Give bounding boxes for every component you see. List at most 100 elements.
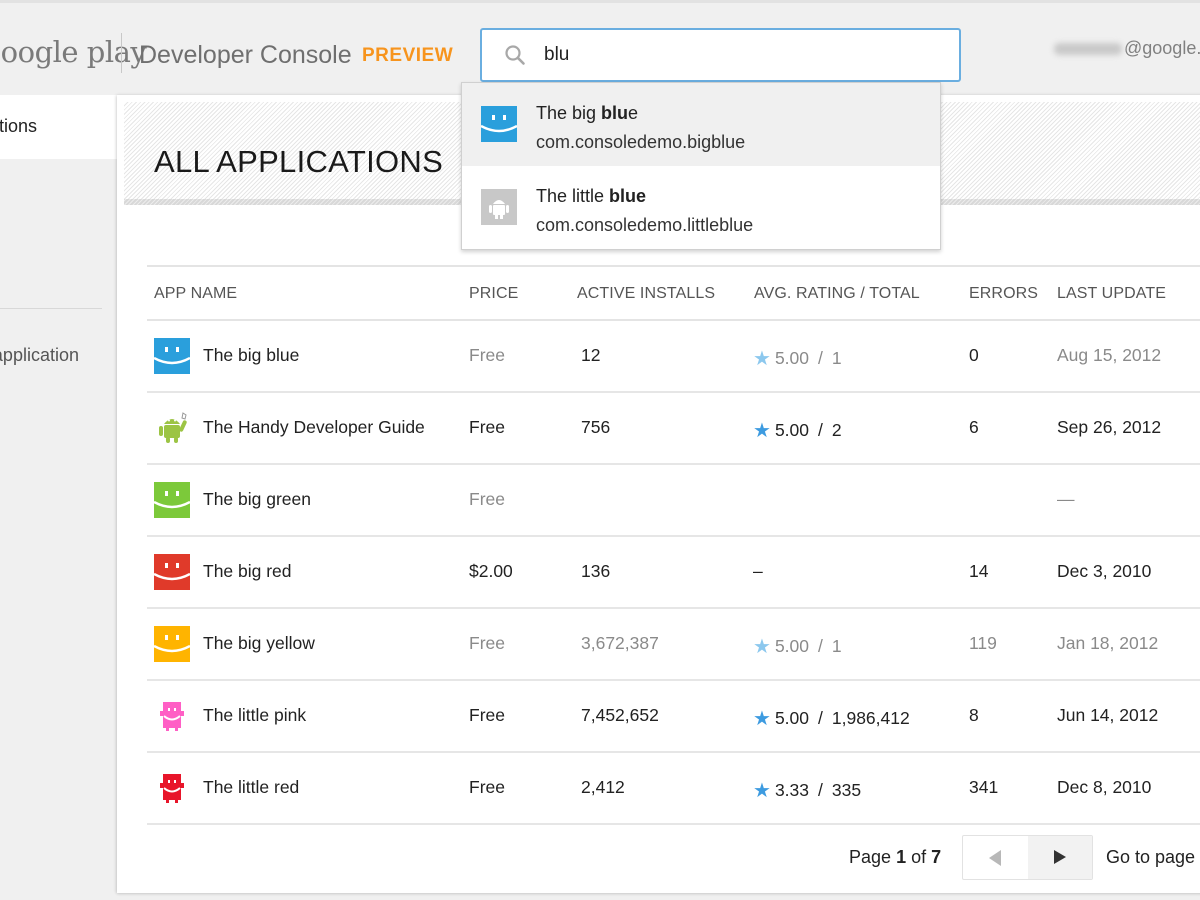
rating-value: 5.00 [774, 636, 809, 656]
title-match: blue [609, 186, 647, 206]
logo-divider [121, 33, 122, 73]
suggestion-title: The little blue [536, 186, 646, 207]
sidebar-item-add-new-application[interactable]: Add new application [0, 335, 117, 375]
column-header-active-installs[interactable]: ACTIVE INSTALLS [577, 285, 715, 303]
rating: ★ 3.33 / 335 [753, 777, 861, 802]
page-of: of [911, 847, 927, 867]
preview-badge: PREVIEW [362, 45, 454, 66]
suggestion-item[interactable]: The big blue com.consoledemo.bigblue [462, 83, 940, 166]
sidebar-item-label: Add new application [0, 345, 79, 365]
table-row[interactable]: The little red Free 2,412 ★ 3.33/335 341 … [147, 753, 1200, 825]
smiley-blue-icon [154, 338, 190, 374]
app-name-link[interactable]: The Handy Developer Guide [203, 417, 425, 438]
console-title[interactable]: Developer Console [139, 41, 352, 70]
pagination-buttons [962, 835, 1093, 880]
active-installs: 2,412 [581, 777, 625, 797]
rating-value: 5.00 [774, 348, 809, 368]
next-page-button[interactable] [1028, 836, 1092, 879]
app-name-link[interactable]: The big red [203, 561, 292, 582]
active-installs: 7,452,652 [581, 705, 659, 725]
rating-value: 3.33 [774, 780, 809, 800]
title-prefix: The big [536, 103, 602, 123]
sidebar-item-label: All applications [0, 116, 37, 136]
table-row[interactable]: The little pink Free 7,452,652 ★ 5.00 / 1,9… [147, 681, 1200, 753]
errors: 6 [969, 417, 979, 437]
errors: 119 [969, 633, 997, 653]
title-match: blu [601, 103, 629, 123]
robot-pink-icon [160, 702, 184, 731]
last-update: — [1057, 489, 1075, 509]
active-installs: 12 [581, 345, 601, 365]
price: Free [469, 777, 505, 797]
column-header-app-name[interactable]: APP NAME [154, 285, 237, 303]
google-play-logo[interactable]: Google play [0, 35, 147, 69]
search-input[interactable] [544, 41, 924, 69]
chevron-right-icon [1054, 850, 1066, 864]
app-name-link[interactable]: The little red [203, 777, 299, 798]
price: Free [469, 705, 505, 725]
account-email[interactable]: @google. [1054, 38, 1200, 59]
column-header-errors[interactable]: ERRORS [969, 285, 1038, 303]
sidebar: All applications Add new application [0, 95, 117, 900]
search-icon [505, 45, 525, 65]
app-name-link[interactable]: The big blue [203, 345, 299, 366]
suggestion-package: com.consoledemo.littleblue [536, 215, 754, 235]
app-name-link[interactable]: The big yellow [203, 633, 315, 654]
page-indicator: Page 1 of 7 [849, 847, 941, 868]
errors: 0 [969, 345, 979, 365]
android-placeholder-icon [481, 189, 517, 225]
rating-separator: / [818, 780, 823, 800]
rating: ★ 5.00 / 1 [753, 345, 842, 370]
rating: ★ 5.00 / 2 [753, 417, 842, 442]
rating-total: 1,986,412 [831, 708, 910, 728]
column-header-price[interactable]: PRICE [469, 285, 518, 303]
rating: ★ 5.00 / 1,986,412 [753, 705, 910, 730]
rating-total: 2 [831, 420, 842, 440]
rating-value: 5.00 [774, 708, 809, 728]
page-title: ALL APPLICATIONS [154, 144, 444, 179]
price: $2.00 [469, 561, 513, 581]
price: Free [469, 633, 505, 653]
last-update: Aug 15, 2012 [1057, 345, 1162, 365]
column-header-last-update[interactable]: LAST UPDATE [1057, 285, 1166, 303]
smiley-blue-icon [481, 106, 517, 142]
sidebar-item-all-applications[interactable]: All applications [0, 95, 117, 159]
rating: ★ 5.00 / 1 [753, 633, 842, 658]
current-page: 1 [896, 847, 907, 867]
errors: 14 [969, 561, 989, 581]
top-bar: Google play Developer Console PREVIEW @g… [0, 0, 1200, 95]
rating-separator: / [818, 708, 823, 728]
active-installs: 136 [581, 561, 611, 581]
table-row[interactable]: The big red $2.00 136 – 14 Dec 3, 2010 [147, 537, 1200, 609]
previous-page-button[interactable] [963, 836, 1029, 879]
page-prefix: Page [849, 847, 892, 867]
rating-total: 1 [831, 348, 842, 368]
suggestion-package: com.consoledemo.bigblue [536, 132, 746, 152]
table-row[interactable]: The big yellow Free 3,672,387 ★ 5.00 / 1 11… [147, 609, 1200, 681]
star-icon: ★ [753, 636, 771, 658]
table-row[interactable]: The Handy Developer Guide Free 756 ★ 5.00… [147, 393, 1200, 465]
search-box[interactable] [480, 28, 961, 82]
column-header-avg-rating[interactable]: AVG. RATING / TOTAL [754, 285, 920, 303]
chevron-left-icon [989, 850, 1001, 866]
app-name-link[interactable]: The big green [203, 489, 311, 510]
sidebar-divider [0, 308, 102, 309]
active-installs: 756 [581, 417, 611, 437]
smiley-red-icon [154, 554, 190, 590]
active-installs: 3,672,387 [581, 633, 659, 653]
redacted-username [1054, 43, 1122, 56]
title-suffix: e [628, 103, 639, 123]
app-name-link[interactable]: The little pink [203, 705, 306, 726]
title-prefix: The little [536, 186, 610, 206]
suggestion-item[interactable]: The little blue com.consoledemo.littlebl… [462, 166, 940, 249]
table-header: APP NAME PRICE ACTIVE INSTALLS AVG. RATI… [147, 265, 1200, 321]
star-icon: ★ [753, 348, 771, 370]
rating-separator: / [818, 348, 823, 368]
star-icon: ★ [753, 780, 771, 802]
go-to-page-label[interactable]: Go to page [1106, 847, 1195, 868]
smiley-yellow-icon [154, 626, 190, 662]
account-domain: @google. [1124, 38, 1200, 58]
table-row[interactable]: The big blue Free 12 ★ 5.00 / 1 0 Aug 15, 2… [147, 321, 1200, 393]
price: Free [469, 489, 505, 509]
table-row[interactable]: The big green Free — [147, 465, 1200, 537]
